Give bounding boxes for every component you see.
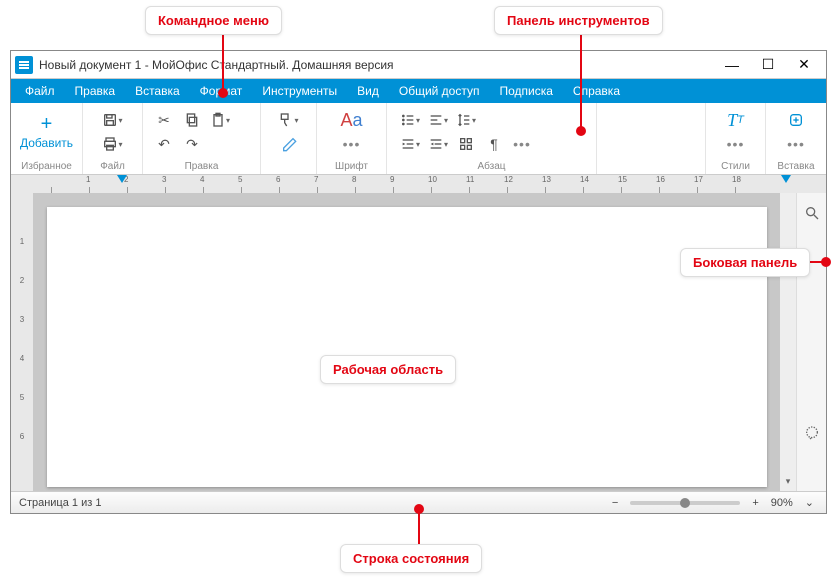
menu-tools[interactable]: Инструменты [252, 79, 347, 103]
copy-button[interactable] [181, 109, 203, 131]
pilcrow-button[interactable]: ¶ [483, 133, 505, 155]
ribbon-group-paragraph: ¶ ••• Абзац [387, 103, 597, 174]
ribbon-group-styles: TT ••• Стили [706, 103, 766, 174]
ribbon-label-favorites: Избранное [11, 161, 82, 174]
copy-format-button[interactable] [278, 109, 300, 131]
ribbon-label-paragraph: Абзац [387, 161, 596, 174]
minimize-button[interactable]: — [714, 51, 750, 79]
page-indicator: Страница 1 из 1 [19, 497, 101, 509]
callout-statusbar-dot [414, 504, 424, 514]
callout-statusbar-line [418, 510, 420, 544]
menu-help[interactable]: Справка [563, 79, 630, 103]
zoom-value: 90% [771, 497, 793, 509]
callout-sidebar-dot [821, 257, 831, 267]
callout-toolbar-dot [576, 126, 586, 136]
linespacing-button[interactable] [455, 109, 477, 131]
styles-button[interactable]: TT [727, 109, 744, 131]
insert-button[interactable] [785, 109, 807, 131]
app-window: Новый документ 1 - МойОфис Стандартный. … [10, 50, 827, 514]
menubar: Файл Правка Вставка Формат Инструменты В… [11, 79, 826, 103]
ribbon-group-font: Aa ••• Шрифт [317, 103, 387, 174]
paste-button[interactable] [209, 109, 231, 131]
indent-button[interactable] [399, 133, 421, 155]
vertical-scrollbar[interactable] [780, 193, 796, 491]
ribbon-label-styles: Стили [706, 161, 765, 174]
workspace: 123456 [11, 193, 826, 491]
search-icon[interactable] [802, 203, 822, 223]
menu-file[interactable]: Файл [15, 79, 65, 103]
tabs-button[interactable] [455, 133, 477, 155]
ribbon-group-insert: ••• Вставка [766, 103, 826, 174]
ribbon-label-copyformat [261, 161, 316, 174]
bullets-button[interactable] [399, 109, 421, 131]
callout-menu: Командное меню [145, 6, 282, 35]
ruler-marker-right[interactable] [781, 175, 791, 183]
menu-edit[interactable]: Правка [65, 79, 126, 103]
maximize-button[interactable]: ☐ [750, 51, 786, 79]
menu-share[interactable]: Общий доступ [389, 79, 490, 103]
font-button[interactable]: Aa [340, 109, 362, 131]
ribbon: + Добавить Избранное Файл ✂ ↶ [11, 103, 826, 175]
document-area[interactable] [33, 193, 780, 491]
callout-toolbar-line [580, 34, 582, 128]
zoom-thumb[interactable] [680, 498, 690, 508]
vertical-ruler[interactable]: 123456 [11, 193, 33, 491]
titlebar: Новый документ 1 - МойОфис Стандартный. … [11, 51, 826, 79]
callout-menu-dot [218, 88, 228, 98]
align-button[interactable] [427, 109, 449, 131]
ribbon-group-copyformat [261, 103, 317, 174]
ruler-marker-left[interactable] [117, 175, 127, 183]
undo-button[interactable]: ↶ [153, 133, 175, 155]
ribbon-label-edit: Правка [143, 161, 260, 174]
ribbon-label-font: Шрифт [317, 161, 386, 174]
plus-icon: + [41, 114, 53, 134]
ribbon-label-file: Файл [83, 161, 142, 174]
insert-more-button[interactable]: ••• [785, 133, 807, 155]
horizontal-ruler[interactable]: 123456789101112131415161718 [11, 175, 826, 193]
callout-sidebar: Боковая панель [680, 248, 810, 277]
menu-view[interactable]: Вид [347, 79, 389, 103]
window-title: Новый документ 1 - МойОфис Стандартный. … [39, 58, 714, 72]
callout-workspace: Рабочая область [320, 355, 456, 384]
callout-menu-line [222, 34, 224, 90]
ribbon-group-favorites: + Добавить Избранное [11, 103, 83, 174]
redo-button[interactable]: ↷ [181, 133, 203, 155]
side-panel [796, 193, 826, 491]
outdent-button[interactable] [427, 133, 449, 155]
ribbon-group-edit: ✂ ↶ ↷ Правка [143, 103, 261, 174]
zoom-out-button[interactable]: − [608, 497, 622, 509]
ribbon-spacer [597, 103, 706, 174]
styles-more-button[interactable]: ••• [725, 133, 747, 155]
menu-insert[interactable]: Вставка [125, 79, 190, 103]
cut-button[interactable]: ✂ [153, 109, 175, 131]
add-label: Добавить [20, 136, 73, 150]
print-button[interactable] [102, 133, 124, 155]
page[interactable] [47, 207, 767, 487]
menu-subscription[interactable]: Подписка [489, 79, 562, 103]
close-button[interactable]: ✕ [786, 51, 822, 79]
ribbon-label-insert: Вставка [766, 161, 826, 174]
paragraph-more-button[interactable]: ••• [511, 133, 533, 155]
save-button[interactable] [102, 109, 124, 131]
comments-icon[interactable] [802, 423, 822, 443]
ribbon-group-file: Файл [83, 103, 143, 174]
zoom-slider[interactable] [630, 501, 740, 505]
zoom-dropdown[interactable]: ⌄ [801, 496, 818, 509]
callout-statusbar: Строка состояния [340, 544, 482, 573]
font-more-button[interactable]: ••• [341, 133, 363, 155]
app-icon [15, 56, 33, 74]
window-controls: — ☐ ✕ [714, 51, 822, 79]
zoom-in-button[interactable]: + [748, 497, 762, 509]
callout-toolbar: Панель инструментов [494, 6, 663, 35]
clear-format-button[interactable] [278, 133, 300, 155]
add-favorite-button[interactable]: + Добавить [14, 114, 79, 150]
